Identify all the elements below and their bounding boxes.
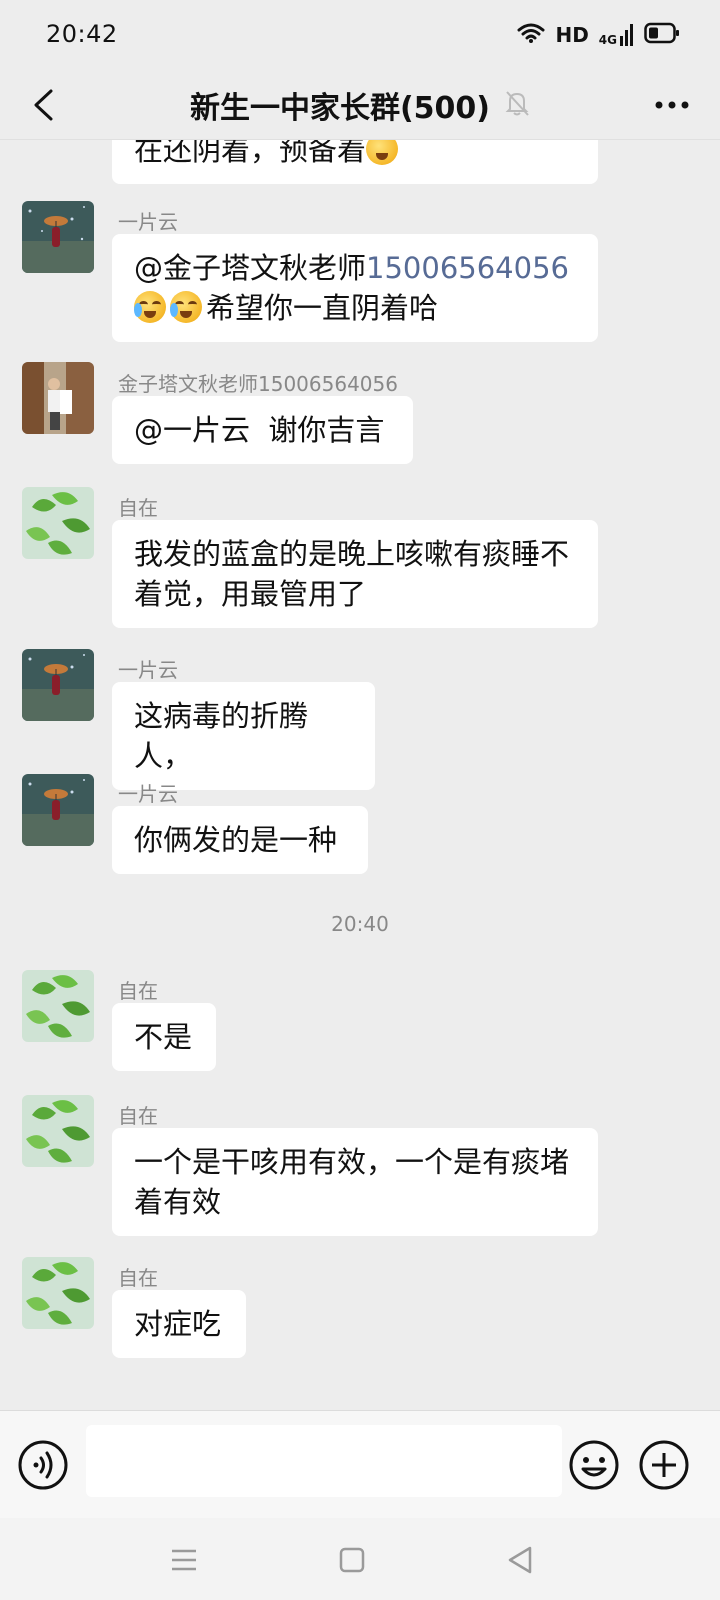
message-text: 希望你一直阴着哈 [206, 291, 439, 325]
message-line: @金子塔文秋老师15006564056 [134, 248, 576, 288]
message-bubble[interactable]: @一片云 谢你吉言 [112, 396, 413, 464]
time-divider: 20:40 [331, 912, 389, 936]
hd-label: HD [555, 23, 589, 47]
message-bubble[interactable]: 一个是干咳用有效，一个是有痰堵 着有效 [112, 1128, 598, 1236]
back-button[interactable] [18, 80, 68, 130]
sender-name: 自在 [118, 979, 158, 1003]
wifi-icon [517, 22, 545, 48]
system-nav-bar [0, 1518, 720, 1600]
message-text: 这病毒的折腾人， [134, 699, 309, 773]
message-line: 着觉，用最管用了 [134, 577, 367, 611]
tear [134, 303, 142, 317]
add-icon [639, 1440, 689, 1490]
avatar[interactable] [22, 774, 94, 846]
avatar[interactable] [22, 201, 94, 273]
message-text: 在还阴着，预备着 [134, 140, 367, 167]
mute-icon [504, 89, 530, 121]
sender-name: 一片云 [118, 782, 178, 806]
home-nav-icon [339, 1547, 365, 1573]
battery-icon [644, 22, 680, 48]
emoji-icon [569, 1440, 619, 1490]
message-bubble[interactable]: 这病毒的折腾人， [112, 682, 375, 790]
message-text: 不是 [134, 1020, 193, 1054]
sender-name: 自在 [118, 496, 158, 520]
message-line: 着有效 [134, 1185, 222, 1219]
more-icon [655, 101, 689, 109]
crying-emoji-icon [170, 291, 202, 323]
chat-area[interactable]: 在还阴着，预备着 一片云 @金子塔文秋老师15006564056 希望你一直阴着… [0, 140, 720, 1410]
sender-name: 金子塔文秋老师15006564056 [118, 372, 398, 396]
add-button[interactable] [638, 1439, 690, 1491]
mention-text: @金子塔文秋老师 [134, 251, 367, 285]
voice-button[interactable] [17, 1439, 69, 1491]
status-time: 20:42 [46, 20, 118, 48]
message-bubble[interactable]: 不是 [112, 1003, 216, 1071]
status-bar: 20:42 HD 4G [0, 0, 720, 70]
yawn-emoji-icon [366, 140, 399, 165]
emoji-mouth [144, 311, 156, 318]
voice-icon [18, 1440, 68, 1490]
back-nav-button[interactable] [498, 1538, 542, 1582]
emoji-button[interactable] [568, 1439, 620, 1491]
status-icons: HD 4G [517, 20, 680, 50]
emoji-mouth [180, 311, 192, 318]
tear [170, 303, 178, 317]
sender-name: 一片云 [118, 210, 178, 234]
more-button[interactable] [642, 80, 702, 130]
phone-link[interactable]: 15006564056 [366, 251, 569, 285]
back-nav-icon [508, 1546, 532, 1574]
chat-title-wrap: 新生一中家长群(500) [120, 70, 600, 140]
message-text: @一片云 谢你吉言 [134, 413, 385, 447]
sender-name: 一片云 [118, 658, 178, 682]
message-bubble[interactable]: 在还阴着，预备着 [112, 140, 598, 184]
message-bubble[interactable]: @金子塔文秋老师15006564056 希望你一直阴着哈 [112, 234, 598, 342]
message-line: 希望你一直阴着哈 [134, 288, 576, 328]
sender-name: 自在 [118, 1104, 158, 1128]
message-line: 我发的蓝盒的是晚上咳嗽有痰睡不 [134, 537, 570, 571]
message-input[interactable] [86, 1425, 562, 1497]
menu-nav-button[interactable] [162, 1538, 206, 1582]
crying-emoji-icon [134, 291, 166, 323]
avatar[interactable] [22, 1257, 94, 1329]
menu-nav-icon [172, 1549, 196, 1571]
avatar[interactable] [22, 487, 94, 559]
message-bubble[interactable]: 我发的蓝盒的是晚上咳嗽有痰睡不 着觉，用最管用了 [112, 520, 598, 628]
title-bar: 新生一中家长群(500) [0, 70, 720, 140]
emoji-mouth [376, 153, 389, 160]
message-bubble[interactable]: 对症吃 [112, 1290, 246, 1358]
network-label: 4G [598, 33, 617, 47]
message-line: 一个是干咳用有效，一个是有痰堵 [134, 1145, 570, 1179]
message-bubble[interactable]: 你俩发的是一种 [112, 806, 368, 874]
avatar[interactable] [22, 1095, 94, 1167]
signal-icon: 4G [599, 24, 634, 46]
back-icon [34, 89, 53, 121]
sender-name: 自在 [118, 1266, 158, 1290]
avatar[interactable] [22, 970, 94, 1042]
avatar[interactable] [22, 362, 94, 434]
message-text: 你俩发的是一种 [134, 823, 338, 857]
chat-title: 新生一中家长群(500) [189, 91, 491, 126]
message-text: 对症吃 [134, 1307, 222, 1341]
home-nav-button[interactable] [330, 1538, 374, 1582]
avatar[interactable] [22, 649, 94, 721]
input-bar [0, 1410, 720, 1518]
